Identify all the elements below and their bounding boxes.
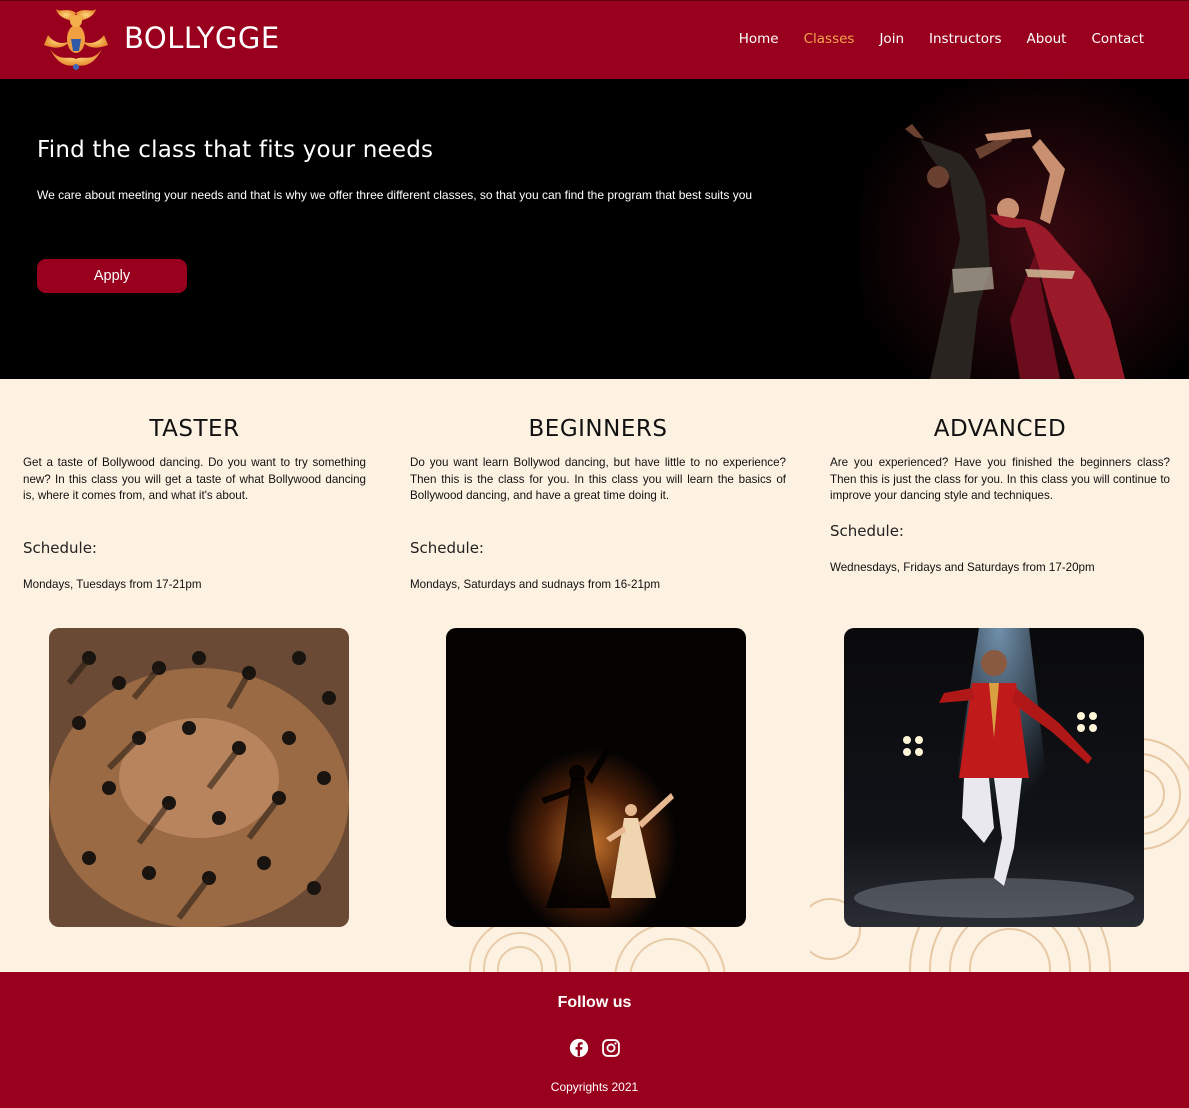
classes-section: TASTER Get a taste of Bollywood dancing.… bbox=[0, 379, 1189, 972]
class-description: Get a taste of Bollywood dancing. Do you… bbox=[23, 456, 366, 503]
facebook-icon[interactable] bbox=[569, 1038, 589, 1058]
class-title: TASTER bbox=[149, 416, 240, 442]
hero-section: Find the class that fits your needs We c… bbox=[0, 79, 1189, 379]
class-title: BEGINNERS bbox=[528, 416, 668, 442]
nav-classes[interactable]: Classes bbox=[804, 31, 855, 47]
main-nav: Home Classes Join Instructors About Cont… bbox=[714, 31, 1144, 47]
nav-instructors[interactable]: Instructors bbox=[929, 31, 1002, 47]
class-description: Do you want learn Bollywod dancing, but … bbox=[410, 456, 786, 503]
class-title: ADVANCED bbox=[933, 416, 1067, 442]
schedule-text: Wednesdays, Fridays and Saturdays from 1… bbox=[830, 561, 1095, 574]
nav-about[interactable]: About bbox=[1027, 31, 1067, 47]
nav-contact[interactable]: Contact bbox=[1091, 31, 1144, 47]
hero-title: Find the class that fits your needs bbox=[37, 137, 434, 163]
schedule-text: Mondays, Tuesdays from 17-21pm bbox=[23, 578, 202, 591]
schedule-heading: Schedule: bbox=[23, 539, 97, 557]
brand-name[interactable]: BOLLYGGE bbox=[124, 21, 280, 55]
beginners-class-photo bbox=[446, 628, 746, 927]
advanced-class-photo bbox=[844, 628, 1144, 927]
nav-join[interactable]: Join bbox=[879, 31, 904, 47]
schedule-heading: Schedule: bbox=[410, 539, 484, 557]
dancer-logo-icon[interactable] bbox=[38, 5, 114, 75]
schedule-text: Mondays, Saturdays and sudnays from 16-2… bbox=[410, 578, 661, 591]
class-description: Are you experienced? Have you finished t… bbox=[830, 456, 1170, 503]
taster-class-photo bbox=[49, 628, 349, 927]
site-header: BOLLYGGE Home Classes Join Instructors A… bbox=[0, 0, 1189, 79]
dancers-hero-image bbox=[860, 79, 1189, 379]
follow-us-heading: Follow us bbox=[557, 994, 632, 1011]
nav-home[interactable]: Home bbox=[739, 31, 779, 47]
schedule-heading: Schedule: bbox=[830, 522, 904, 540]
site-footer: Follow us Copyrights 2021 bbox=[0, 972, 1189, 1108]
instagram-icon[interactable] bbox=[601, 1038, 621, 1058]
apply-button[interactable]: Apply bbox=[37, 259, 187, 293]
copyright-text: Copyrights 2021 bbox=[550, 1080, 639, 1094]
hero-text: We care about meeting your needs and tha… bbox=[37, 188, 753, 202]
social-links bbox=[0, 1038, 1189, 1058]
